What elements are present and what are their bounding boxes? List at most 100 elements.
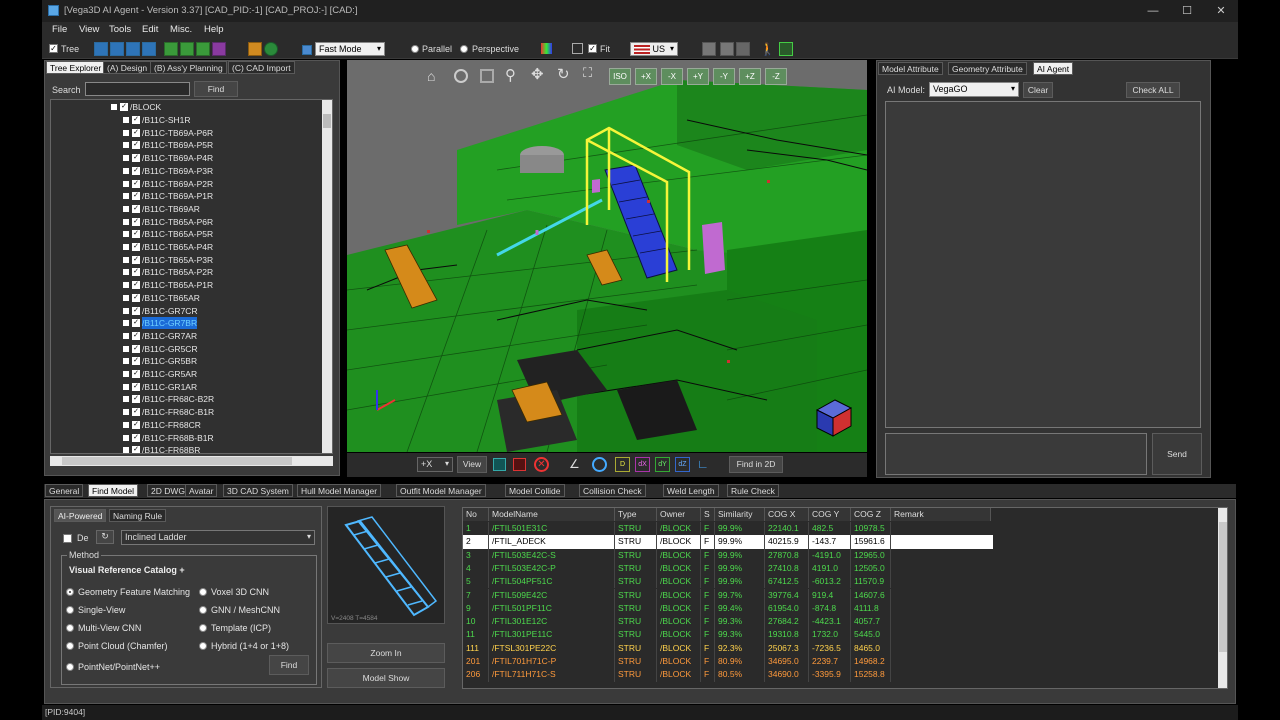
view-plusminus-x-button[interactable]: +X — [635, 68, 657, 85]
tree-item-checkbox[interactable]: ✓ — [132, 128, 140, 137]
walk-icon[interactable]: 🚶 — [760, 42, 775, 56]
tree-item-checkbox[interactable]: ✓ — [132, 230, 140, 239]
tree-item[interactable]: ✓/B11C-TB69A-P4R — [51, 152, 321, 165]
expand-icon[interactable] — [123, 447, 129, 453]
fit-view-icon[interactable]: ⛶ — [583, 65, 592, 81]
tree-item[interactable]: ✓/B11C-GR7BR — [51, 317, 321, 330]
expand-icon[interactable] — [123, 434, 129, 441]
tab-2d-dwg[interactable]: 2D DWG — [147, 484, 189, 497]
view-minus-z-button[interactable]: -Z — [765, 68, 787, 85]
camera-icon[interactable] — [196, 42, 210, 56]
tree-item-checkbox[interactable]: ✓ — [132, 408, 140, 417]
tree-item[interactable]: ✓/B11C-TB65A-P3R — [51, 254, 321, 267]
corner-icon[interactable]: ∟ — [697, 457, 709, 471]
list-icon[interactable] — [736, 42, 750, 56]
tree-item-checkbox[interactable]: ✓ — [132, 331, 140, 340]
target-icon[interactable] — [454, 69, 468, 83]
find-in-2d-button[interactable]: Find in 2D — [729, 456, 783, 473]
tree-item-checkbox[interactable]: ✓ — [132, 395, 140, 404]
table-icon[interactable] — [180, 42, 194, 56]
expand-icon[interactable] — [123, 167, 129, 174]
minimize-button[interactable]: — — [1136, 0, 1170, 22]
tree-item-checkbox[interactable]: ✓ — [132, 293, 140, 302]
save-icon[interactable] — [110, 42, 124, 56]
tree-item[interactable]: ✓/B11C-TB65A-P6R — [51, 216, 321, 229]
render-mode-select[interactable]: Fast Mode ▾ — [315, 42, 385, 56]
tab-hull-model-manager[interactable]: Hull Model Manager — [297, 484, 382, 497]
tree-item-checkbox[interactable]: ✓ — [132, 166, 140, 175]
maximize-button[interactable]: ☐ — [1170, 0, 1204, 22]
reset-icon[interactable]: ↻ — [96, 530, 114, 544]
category-select[interactable]: Inclined Ladder ▾ — [121, 530, 315, 545]
menu-help[interactable]: Help — [204, 24, 224, 35]
tree-item-checkbox[interactable]: ✓ — [132, 446, 140, 453]
tree-item-checkbox[interactable]: ✓ — [132, 370, 140, 378]
check-all-button[interactable]: Check ALL — [1126, 82, 1180, 98]
tab-collision-check[interactable]: Collision Check — [579, 484, 646, 497]
measure-icon[interactable] — [592, 457, 607, 472]
tab-geometry-attribute[interactable]: Geometry Attribute — [948, 62, 1027, 75]
view-axis-select[interactable]: +X ▾ — [417, 457, 453, 472]
dx-measure-icon[interactable]: dX — [635, 457, 650, 472]
tree-item[interactable]: ✓/B11C-TB65A-P5R — [51, 228, 321, 241]
dz-measure-icon[interactable]: dZ — [675, 457, 690, 472]
method-radio[interactable] — [66, 606, 74, 614]
expand-icon[interactable] — [123, 269, 129, 276]
tree-item[interactable]: ✓/B11C-TB65A-P1R — [51, 279, 321, 292]
expand-icon[interactable] — [123, 231, 129, 238]
tree-item-checkbox[interactable]: ✓ — [132, 255, 140, 264]
tree-item[interactable]: ✓/B11C-FR68CR — [51, 419, 321, 432]
tree-item-checkbox[interactable]: ✓ — [132, 243, 140, 251]
tree-item[interactable]: ✓/B11C-GR5BR — [51, 355, 321, 368]
zoom-in-button[interactable]: Zoom In — [327, 643, 445, 663]
export-icon[interactable] — [126, 42, 140, 56]
results-table[interactable]: No ModelName Type Owner S Similarity COG X COG … — [462, 507, 1228, 689]
column-header[interactable]: Similarity — [715, 508, 765, 522]
tree-item[interactable]: ✓/B11C-FR68C-B1R — [51, 406, 321, 419]
tab-model-attribute[interactable]: Model Attribute — [878, 62, 943, 75]
tab-assy-planning[interactable]: (B) Ass'y Planning — [150, 61, 227, 74]
column-header[interactable]: ModelName — [489, 508, 615, 522]
method-radio[interactable] — [66, 663, 74, 671]
tree-item-checkbox[interactable]: ✓ — [132, 141, 140, 150]
view-iso-button[interactable]: ISO — [609, 68, 631, 85]
parallel-radio[interactable] — [411, 45, 419, 53]
tree-vertical-scrollbar[interactable] — [322, 100, 332, 453]
view-button[interactable]: View — [457, 456, 487, 473]
column-header[interactable]: Remark — [891, 508, 991, 522]
home-view-icon[interactable]: ⌂ — [427, 68, 435, 84]
clear-button[interactable]: Clear — [1023, 82, 1053, 98]
rotate-icon[interactable]: ↻ — [557, 65, 570, 83]
box-select-icon[interactable] — [480, 69, 494, 83]
expand-icon[interactable] — [123, 409, 129, 416]
method-radio[interactable] — [199, 606, 207, 614]
chat-input[interactable] — [885, 433, 1147, 475]
tree-item-checkbox[interactable]: ✓ — [132, 217, 140, 226]
de-checkbox[interactable] — [63, 534, 72, 543]
home-icon[interactable] — [248, 42, 262, 56]
tree-item-checkbox[interactable]: ✓ — [132, 420, 140, 429]
method-radio[interactable] — [199, 642, 207, 650]
tree-item[interactable]: ✓/B11C-TB69A-P3R — [51, 165, 321, 178]
tab-ai-agent[interactable]: AI Agent — [1033, 62, 1074, 75]
tab-weld-length[interactable]: Weld Length — [663, 484, 719, 497]
expand-icon[interactable] — [123, 320, 129, 327]
tab-naming-rule[interactable]: Naming Rule — [109, 509, 167, 522]
refresh-icon[interactable] — [264, 42, 278, 56]
perspective-radio[interactable] — [460, 45, 468, 53]
tab-design[interactable]: (A) Design — [103, 61, 152, 74]
expand-icon[interactable] — [123, 155, 129, 162]
method-radio[interactable] — [66, 624, 74, 632]
tree-item[interactable]: ✓/B11C-TB65A-P4R — [51, 241, 321, 254]
collapse-icon[interactable] — [111, 104, 117, 110]
send-button[interactable]: Send — [1152, 433, 1202, 475]
model-show-button[interactable]: Model Show — [327, 668, 445, 688]
box-red-icon[interactable] — [513, 458, 526, 471]
column-header[interactable]: COG Y — [809, 508, 851, 522]
zoom-search-icon[interactable] — [779, 42, 793, 56]
box-icon[interactable] — [493, 458, 506, 471]
tree-item[interactable]: ✓/B11C-FR68B-B1R — [51, 432, 321, 445]
tree-item[interactable]: ✓/B11C-TB69A-P5R — [51, 139, 321, 152]
load-icon[interactable] — [164, 42, 178, 56]
menu-tools[interactable]: Tools — [109, 24, 131, 35]
